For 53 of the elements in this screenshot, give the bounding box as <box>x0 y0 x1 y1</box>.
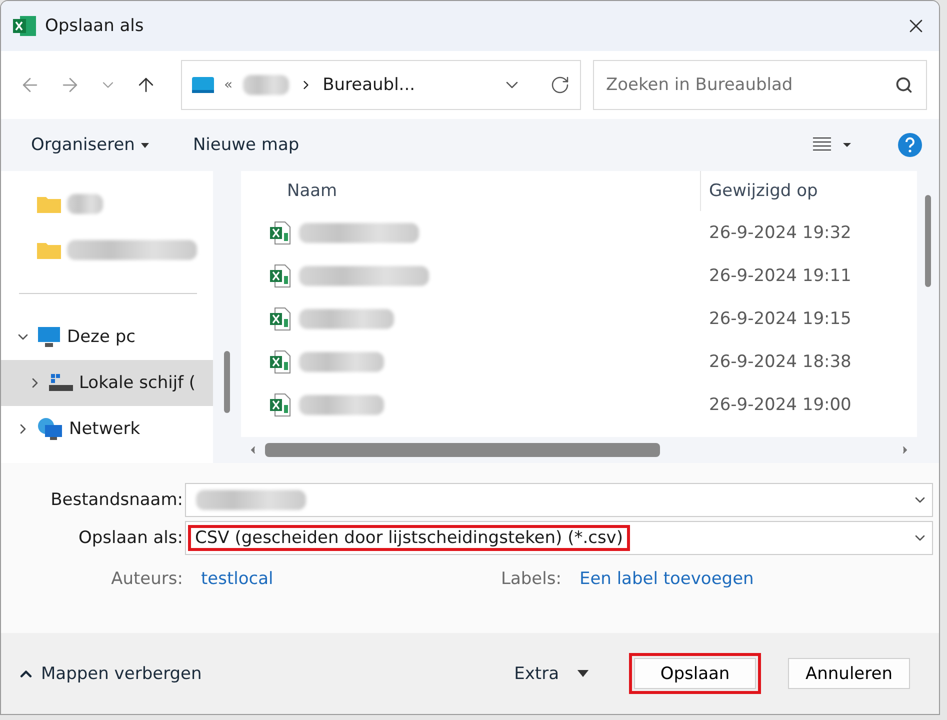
nav-item-label: Deze pc <box>67 327 136 347</box>
help-icon[interactable] <box>897 132 923 158</box>
date-cell-text: 26-9-2024 19:11 <box>708 266 852 286</box>
blurred-path-segment <box>242 75 289 95</box>
refresh-icon[interactable] <box>550 75 570 95</box>
date-cell-text: 26-9-2024 19:32 <box>708 222 852 242</box>
scrollbar-thumb[interactable] <box>265 443 660 457</box>
field-label: Opslaan als: <box>78 528 184 548</box>
spreadsheet-app-icon <box>13 15 37 37</box>
date-cell-text: 26-9-2024 18:38 <box>708 352 852 372</box>
date-cell-text: 26-9-2024 19:00 <box>708 394 852 414</box>
nav-item[interactable]: Deze pc <box>1 314 213 360</box>
search-field[interactable]: Zoeken in Bureaublad <box>593 60 927 110</box>
folder-icon <box>37 195 61 213</box>
field-label: Labels: <box>501 569 562 589</box>
save-button[interactable]: Opslaan <box>629 653 761 694</box>
monitor-icon <box>37 326 61 348</box>
add-tag-link[interactable]: Een label toevoegen <box>579 569 754 589</box>
column-header[interactable]: Naam <box>241 171 701 211</box>
folder-icon <box>37 241 61 259</box>
search-icon[interactable] <box>895 76 913 94</box>
organize-menu[interactable]: Organiseren <box>31 135 149 155</box>
spreadsheet-file-icon <box>269 392 291 416</box>
spreadsheet-file-icon <box>269 220 291 244</box>
drive-icon <box>49 373 73 393</box>
nav-item-label: Lokale schijf ( <box>79 373 196 393</box>
selected-nav-item[interactable]: Lokale schijf ( <box>1 360 213 406</box>
spreadsheet-file-icon <box>269 350 291 374</box>
caret-icon <box>577 670 589 677</box>
desktop-icon <box>192 76 214 94</box>
new-folder-button[interactable]: Nieuwe map <box>192 135 300 155</box>
scrollbar-thumb[interactable] <box>925 195 931 287</box>
address-bar[interactable]: « Bureaubl... <box>181 60 581 110</box>
network-icon <box>37 417 63 441</box>
caret-icon <box>140 142 149 148</box>
hide-folders-button[interactable]: Mappen verbergen <box>17 664 202 684</box>
spreadsheet-file-icon <box>269 306 291 330</box>
window-title: Opslaan als <box>45 16 145 36</box>
date-cell-text: 26-9-2024 19:15 <box>708 308 852 328</box>
nav-item[interactable]: Netwerk <box>1 406 213 452</box>
column-header[interactable]: Gewijzigd op <box>701 171 901 211</box>
field-label: Auteurs: <box>110 569 184 589</box>
spreadsheet-file-icon <box>269 264 291 288</box>
path-overflow[interactable]: « <box>224 77 233 93</box>
blurred-folder-name <box>67 194 103 214</box>
authors-link[interactable]: testlocal <box>201 569 461 589</box>
nav-item-label: Netwerk <box>69 419 140 439</box>
scrollbar-thumb[interactable] <box>224 351 230 413</box>
field-label: Bestandsnaam: <box>50 490 184 510</box>
file-type-dropdown[interactable]: CSV (gescheiden door lijstscheidingsteken) (*.csv) <box>185 521 933 555</box>
tools-menu[interactable]: Extra <box>514 664 589 684</box>
path-segment[interactable]: Bureaubl... <box>322 75 492 95</box>
filename-field[interactable] <box>185 483 933 517</box>
